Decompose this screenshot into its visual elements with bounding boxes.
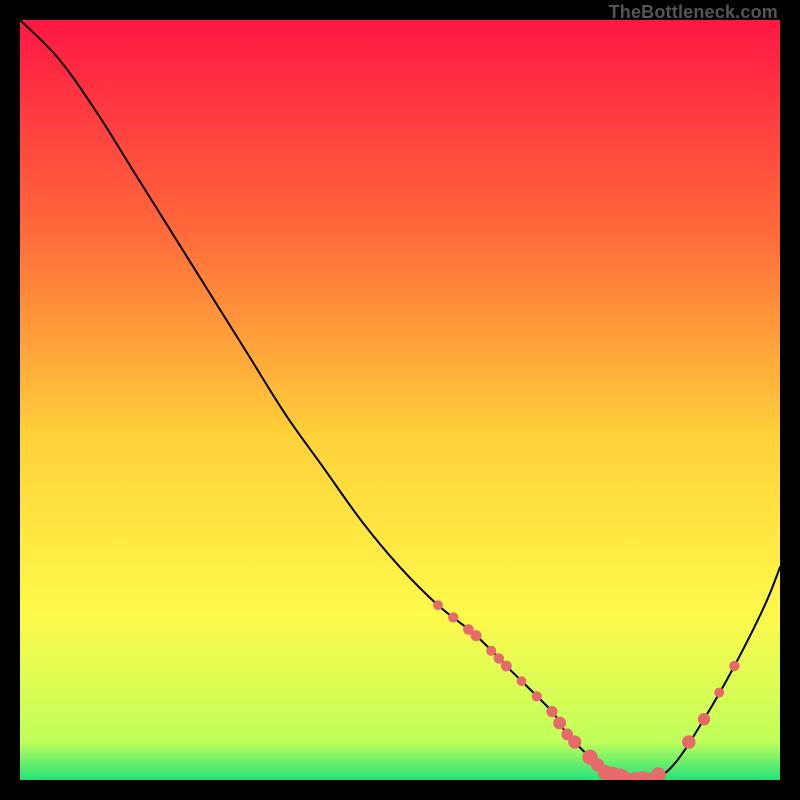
curve-dot (471, 630, 482, 641)
curve-dot (546, 706, 557, 717)
curve-dot (698, 713, 710, 725)
curve-dot (714, 688, 724, 698)
curve-dot (494, 653, 504, 663)
curve-dot (517, 676, 527, 686)
curve-dot (486, 646, 496, 656)
chart-container: TheBottleneck.com (0, 0, 800, 800)
curve-dot (532, 691, 542, 701)
curve-dot (682, 735, 696, 749)
curve-dot (448, 612, 458, 622)
curve-dot (553, 717, 566, 730)
curve-dot (568, 735, 581, 748)
curve-dot (433, 600, 443, 610)
gradient-background (20, 20, 780, 780)
bottleneck-chart (20, 20, 780, 780)
curve-dot (729, 661, 739, 671)
curve-dot (501, 661, 512, 672)
